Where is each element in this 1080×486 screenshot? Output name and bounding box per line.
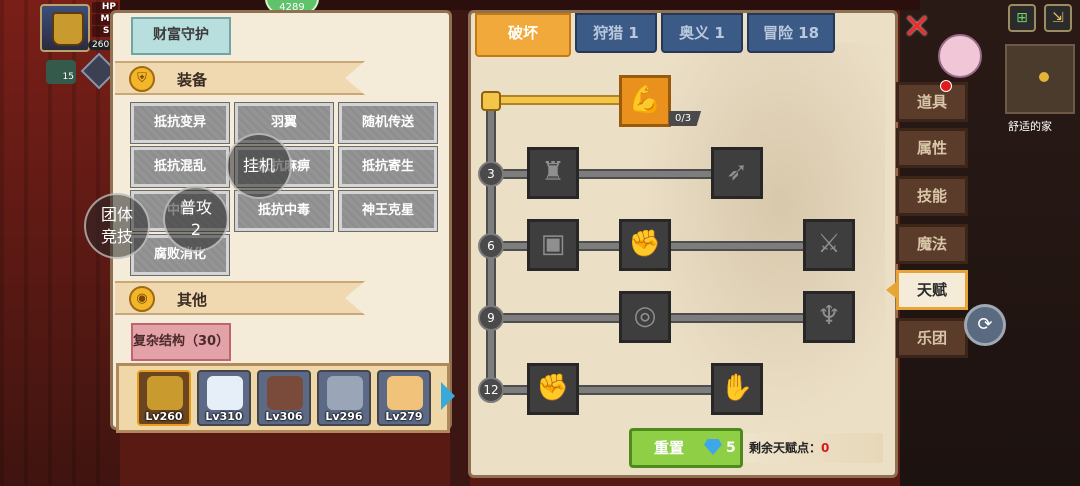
hero-level: Lv260 xyxy=(145,410,183,423)
tab-mystic[interactable]: 奥义 1 xyxy=(661,13,743,53)
reset-talents-button[interactable]: 重置 5 xyxy=(629,428,743,468)
resist-parasite[interactable]: 抵抗寄生 xyxy=(338,146,438,188)
team-arena-button[interactable]: 团体 竞技 xyxy=(84,193,150,259)
top-strip xyxy=(120,0,920,10)
tab-destruction[interactable]: 破坏 xyxy=(475,13,571,57)
normal-attack-button[interactable]: 普攻 2 xyxy=(163,186,229,252)
tab-adventure[interactable]: 冒险 18 xyxy=(747,13,835,53)
active-tab-pointer-icon xyxy=(886,282,896,298)
switch-icon[interactable]: ⟳ xyxy=(964,304,1006,346)
diamond-icon xyxy=(704,439,722,455)
tab-hunting[interactable]: 狩猎 1 xyxy=(575,13,657,53)
side-tab-talent[interactable]: 天赋 xyxy=(896,270,968,310)
minimap[interactable] xyxy=(1005,44,1075,114)
tier-marker: 6 xyxy=(478,233,504,259)
resist-confusion[interactable]: 抵抗混乱 xyxy=(130,146,230,188)
resist-mutation[interactable]: 抵抗变异 xyxy=(130,102,230,144)
hero-level: Lv296 xyxy=(325,410,363,423)
hero-portrait xyxy=(327,376,363,410)
tier-marker: 3 xyxy=(478,161,504,187)
arm-wrestle-icon[interactable]: 💪 xyxy=(619,75,671,127)
hero-portrait xyxy=(387,376,423,410)
side-tab-items[interactable]: 道具 xyxy=(896,82,968,122)
side-tab-skills[interactable]: 技能 xyxy=(896,176,968,216)
reset-cost: 5 xyxy=(726,440,736,456)
hero-level: Lv279 xyxy=(385,410,423,423)
player-avatar[interactable] xyxy=(40,4,90,52)
hero-portrait xyxy=(207,376,243,410)
armor-icon: ⛨ xyxy=(129,66,155,92)
tree-start-node xyxy=(481,91,501,111)
notification-dot-icon xyxy=(940,80,952,92)
auto-idle-button[interactable]: 挂机 xyxy=(226,133,292,199)
talent-progress: 0/3 xyxy=(669,111,702,126)
hero-slot[interactable]: Lv279 xyxy=(377,370,431,426)
hero-level: Lv310 xyxy=(205,410,243,423)
raised-fist-icon[interactable]: ✊ xyxy=(527,363,579,415)
complex-structure-item[interactable]: 复杂结构（30） xyxy=(131,323,231,361)
god-king-bane[interactable]: 神王克星 xyxy=(338,190,438,232)
exit-icon[interactable]: ⇲ xyxy=(1044,4,1072,32)
coin-icon: ◉ xyxy=(129,286,155,312)
equipment-section-header: ⛨ 装备 xyxy=(115,61,365,95)
close-icon[interactable]: ✕ xyxy=(900,10,934,46)
equipment-section-title: 装备 xyxy=(177,71,208,89)
wealth-guard-item[interactable]: 财富守护 xyxy=(131,17,231,55)
random-teleport[interactable]: 随机传送 xyxy=(338,102,438,144)
ripple-icon[interactable]: ◎ xyxy=(619,291,671,343)
side-tab-magic[interactable]: 魔法 xyxy=(896,224,968,264)
npc-avatar[interactable] xyxy=(938,34,982,78)
tier-marker: 12 xyxy=(478,377,504,403)
fist-icon[interactable]: ✊ xyxy=(619,219,671,271)
hero-portrait xyxy=(267,376,303,410)
hero-slot[interactable]: Lv296 xyxy=(317,370,371,426)
panel-gap xyxy=(450,0,470,486)
hero-portrait xyxy=(147,376,183,410)
remaining-points: 剩余天赋点：0 xyxy=(743,433,883,463)
muscle-body-icon[interactable]: ♜ xyxy=(527,147,579,199)
other-section-title: 其他 xyxy=(177,291,208,309)
hero-slot[interactable]: Lv310 xyxy=(197,370,251,426)
hero-slot[interactable]: Lv260 xyxy=(137,370,191,426)
hero-slot[interactable]: Lv306 xyxy=(257,370,311,426)
hero-level: Lv306 xyxy=(265,410,303,423)
side-tab-attributes[interactable]: 属性 xyxy=(896,128,968,168)
remaining-value: 0 xyxy=(821,441,830,455)
reset-label: 重置 xyxy=(654,439,685,457)
map-location-label: 舒适的家 xyxy=(1008,120,1052,133)
tier-marker: 9 xyxy=(478,305,504,331)
other-section-header: ◉ 其他 xyxy=(115,281,365,315)
gauntlet-icon[interactable]: ✋ xyxy=(711,363,763,415)
badge-count: 15 xyxy=(62,72,74,82)
remaining-label: 剩余天赋点： xyxy=(749,441,822,455)
shield-card-icon[interactable]: ▣ xyxy=(527,219,579,271)
hero-selector-bar: Lv260 Lv310 Lv306 Lv296 Lv279 xyxy=(116,363,455,433)
bat-wing-icon[interactable]: ♆ xyxy=(803,291,855,343)
side-tab-band[interactable]: 乐团 xyxy=(896,318,968,358)
talent-panel: 破坏 狩猎 1 奥义 1 冒险 18 3 6 9 12 💪 0/3 ♜ ➶ ▣ … xyxy=(468,10,898,478)
inventory-badge[interactable]: 15 xyxy=(46,60,76,84)
network-icon[interactable]: ⊞ xyxy=(1008,4,1036,32)
arrow-hit-icon[interactable]: ➶ xyxy=(711,147,763,199)
sword-slash-icon[interactable]: ⚔ xyxy=(803,219,855,271)
path-line-active xyxy=(493,95,625,105)
next-hero-arrow-icon[interactable] xyxy=(441,382,455,410)
